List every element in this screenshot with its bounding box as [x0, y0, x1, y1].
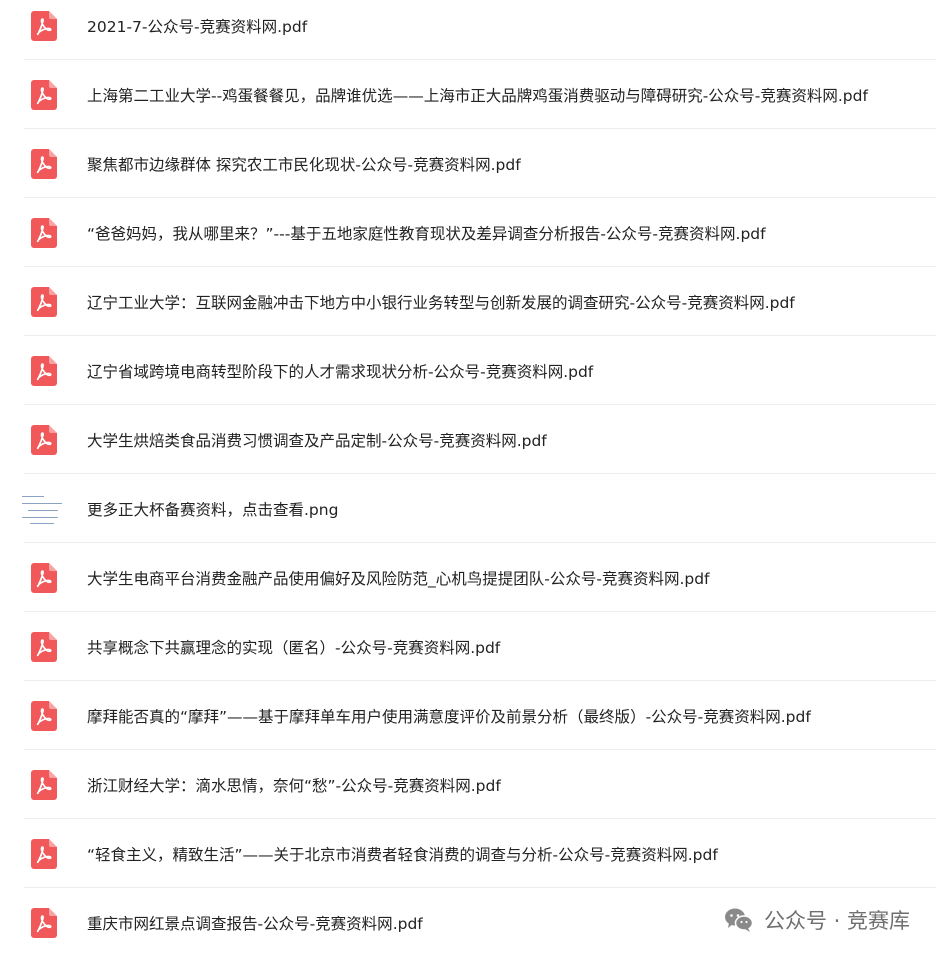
- file-name[interactable]: 聚焦都市边缘群体 探究农工市民化现状-公众号-竞赛资料网.pdf: [87, 153, 521, 175]
- pdf-icon: [31, 631, 57, 662]
- watermark: 公众号 · 竞赛库: [724, 905, 910, 935]
- pdf-icon: [31, 148, 57, 179]
- file-row[interactable]: 更多正大杯备赛资料，点击查看.png: [0, 474, 936, 543]
- file-row[interactable]: “爸爸妈妈，我从哪里来？”---基于五地家庭性教育现状及差异调查分析报告-公众号…: [0, 198, 936, 267]
- file-name[interactable]: “爸爸妈妈，我从哪里来？”---基于五地家庭性教育现状及差异调查分析报告-公众号…: [87, 222, 766, 244]
- pdf-icon: [31, 769, 57, 800]
- pdf-icon: [31, 562, 57, 593]
- file-name[interactable]: 辽宁工业大学：互联网金融冲击下地方中小银行业务转型与创新发展的调查研究-公众号-…: [87, 291, 795, 313]
- file-row[interactable]: 辽宁省域跨境电商转型阶段下的人才需求现状分析-公众号-竞赛资料网.pdf: [0, 336, 936, 405]
- image-thumbnail-icon: [22, 491, 68, 526]
- pdf-icon: [31, 355, 57, 386]
- file-row[interactable]: 大学生电商平台消费金融产品使用偏好及风险防范_心机鸟提提团队-公众号-竞赛资料网…: [0, 543, 936, 612]
- watermark-text: 公众号 · 竞赛库: [763, 909, 910, 933]
- file-row[interactable]: 浙江财经大学：滴水思情，奈何“愁”-公众号-竞赛资料网.pdf: [0, 750, 936, 819]
- file-name[interactable]: 大学生烘焙类食品消费习惯调查及产品定制-公众号-竞赛资料网.pdf: [87, 429, 547, 451]
- file-name[interactable]: 更多正大杯备赛资料，点击查看.png: [87, 498, 338, 520]
- wechat-icon: [724, 908, 754, 932]
- file-row[interactable]: 大学生烘焙类食品消费习惯调查及产品定制-公众号-竞赛资料网.pdf: [0, 405, 936, 474]
- file-name[interactable]: 浙江财经大学：滴水思情，奈何“愁”-公众号-竞赛资料网.pdf: [87, 774, 501, 796]
- pdf-icon: [31, 838, 57, 869]
- file-list: 2021-7-公众号-竞赛资料网.pdf 上海第二工业大学--鸡蛋餐餐见，品牌谁优…: [0, 0, 936, 957]
- file-row[interactable]: 共享概念下共赢理念的实现（匿名）-公众号-竞赛资料网.pdf: [0, 612, 936, 681]
- file-name[interactable]: 共享概念下共赢理念的实现（匿名）-公众号-竞赛资料网.pdf: [87, 636, 500, 658]
- file-name[interactable]: “轻食主义，精致生活”——关于北京市消费者轻食消费的调查与分析-公众号-竞赛资料…: [87, 843, 718, 865]
- file-name[interactable]: 摩拜能否真的“摩拜”——基于摩拜单车用户使用满意度评价及前景分析（最终版）-公众…: [87, 705, 811, 727]
- file-row[interactable]: 摩拜能否真的“摩拜”——基于摩拜单车用户使用满意度评价及前景分析（最终版）-公众…: [0, 681, 936, 750]
- file-name[interactable]: 2021-7-公众号-竞赛资料网.pdf: [87, 15, 307, 37]
- file-name[interactable]: 辽宁省域跨境电商转型阶段下的人才需求现状分析-公众号-竞赛资料网.pdf: [87, 360, 593, 382]
- file-name[interactable]: 上海第二工业大学--鸡蛋餐餐见，品牌谁优选——上海市正大品牌鸡蛋消费驱动与障碍研…: [87, 84, 868, 106]
- file-row[interactable]: 辽宁工业大学：互联网金融冲击下地方中小银行业务转型与创新发展的调查研究-公众号-…: [0, 267, 936, 336]
- file-row[interactable]: 2021-7-公众号-竞赛资料网.pdf: [0, 0, 936, 60]
- pdf-icon: [31, 79, 57, 110]
- file-row[interactable]: “轻食主义，精致生活”——关于北京市消费者轻食消费的调查与分析-公众号-竞赛资料…: [0, 819, 936, 888]
- pdf-icon: [31, 11, 57, 41]
- file-name[interactable]: 重庆市网红景点调查报告-公众号-竞赛资料网.pdf: [87, 912, 423, 934]
- pdf-icon: [31, 907, 57, 938]
- pdf-icon: [31, 700, 57, 731]
- file-row[interactable]: 上海第二工业大学--鸡蛋餐餐见，品牌谁优选——上海市正大品牌鸡蛋消费驱动与障碍研…: [0, 60, 936, 129]
- pdf-icon: [31, 286, 57, 317]
- pdf-icon: [31, 217, 57, 248]
- file-name[interactable]: 大学生电商平台消费金融产品使用偏好及风险防范_心机鸟提提团队-公众号-竞赛资料网…: [87, 567, 710, 589]
- pdf-icon: [31, 424, 57, 455]
- file-row[interactable]: 聚焦都市边缘群体 探究农工市民化现状-公众号-竞赛资料网.pdf: [0, 129, 936, 198]
